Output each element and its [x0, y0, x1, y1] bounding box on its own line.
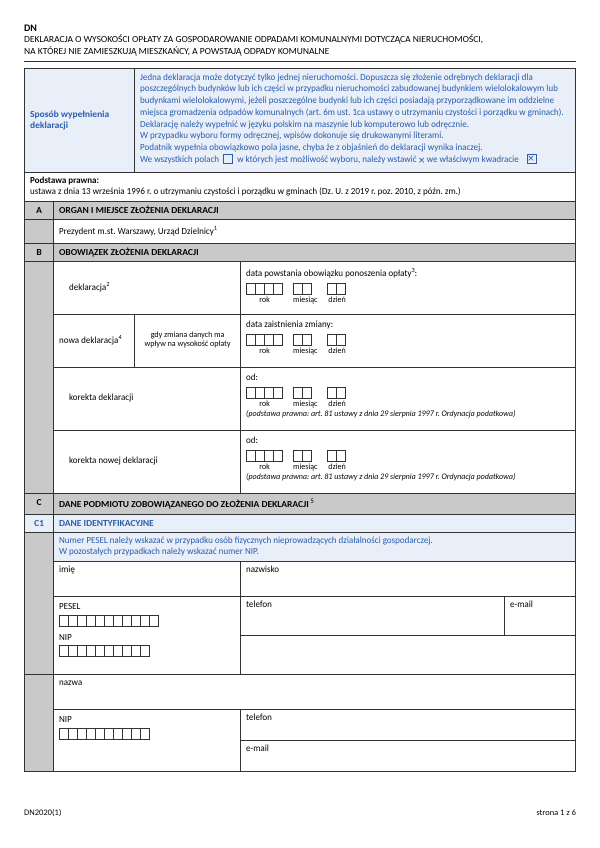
b-korekta-cell: korekta deklaracji: [54, 368, 241, 431]
field-nazwisko[interactable]: nazwisko: [241, 561, 576, 596]
c1-spacer2: [25, 674, 54, 771]
c1-title: DANE IDENTYFIKACYJNE: [54, 514, 576, 532]
section-b-spacer: [25, 262, 54, 494]
sposob-p5a: We wszystkich polach: [140, 154, 219, 165]
title-line1: DEKLARACJA O WYSOKOŚCI OPŁATY ZA GOSPODA…: [24, 33, 483, 45]
section-c-letter: C: [25, 494, 54, 515]
c1-note: Numer PESEL należy wskazać w przypadku o…: [54, 533, 576, 562]
sposob-p5c: we właściwym kwadracie: [427, 154, 519, 165]
c1-letter: C1: [25, 514, 54, 532]
field-pesel-nip[interactable]: PESEL NIP: [54, 596, 241, 674]
section-c-title: DANE PODMIOTU ZOBOWIĄZANEGO DO ZŁOŻENIA …: [54, 494, 576, 515]
footer-right: strona 1 z 6: [536, 808, 576, 818]
b-korekta-nowa-note: (podstawa prawna: art. 81 ustawy z dnia …: [246, 473, 570, 483]
footer: DN2020(1) strona 1 z 6: [24, 808, 576, 818]
sposob-p3: W przypadku wyboru formy odręcznej, wpis…: [140, 130, 444, 141]
section-a-title: ORGAN I MIEJSCE ZŁOŻENIA DEKLARACJI: [54, 201, 576, 219]
section-b-letter: B: [25, 243, 54, 261]
sposob-p5b: w których jest możliwość wyboru, należy …: [237, 154, 419, 165]
field-email-2[interactable]: e-mail: [241, 740, 576, 771]
section-a-letter: A: [25, 201, 54, 219]
field-nazwa[interactable]: nazwa: [54, 674, 576, 709]
footer-left: DN2020(1): [24, 808, 61, 818]
podstawa-label: Podstawa prawna:: [30, 175, 99, 186]
sposob-text: Jedna deklaracja może dotyczyć tylko jed…: [135, 68, 576, 172]
podstawa-text: ustawa z dnia 13 września 1996 r. o utrz…: [30, 186, 461, 197]
sposob-label: Sposób wypełnienia deklaracji: [25, 68, 135, 172]
section-a-content: Prezydent m.st. Warszawy, Urząd Dzielnic…: [54, 220, 576, 244]
sposob-p1: Jedna deklaracja może dotyczyć tylko jed…: [140, 72, 564, 118]
b-deklaracja-date[interactable]: data powstania obowiązku ponoszenia opła…: [241, 262, 576, 315]
field-nip-2[interactable]: NIP: [54, 709, 241, 771]
title-line2: NA KTÓREJ NIE ZAMIESZKUJĄ MIESZKAŃCY, A …: [24, 45, 329, 57]
main-table: Sposób wypełnienia deklaracji Jedna dekl…: [24, 68, 576, 772]
sposob-p4: Podatnik wypełnia obowiązkowo pola jasne…: [140, 142, 483, 153]
field-telefon-2[interactable]: telefon: [241, 709, 576, 740]
sposob-p2: Deklarację należy wypełnić w języku pols…: [140, 119, 469, 130]
b-nowa-sub: gdy zmiana danych ma wpływ na wysokość o…: [135, 315, 241, 368]
field-telefon-1[interactable]: telefon: [241, 596, 505, 635]
c1-spacer1: [25, 533, 54, 675]
checkbox-filled-icon: [527, 154, 537, 164]
b-nowa-cell: nowa deklaracja4: [54, 315, 135, 368]
b-korekta-date[interactable]: od: rok miesiąc dzień (podstawa prawna: …: [241, 368, 576, 431]
field-email-1[interactable]: e-mail: [504, 596, 575, 635]
field-imie[interactable]: imię: [54, 561, 241, 596]
podstawa-prawna: Podstawa prawna: ustawa z dnia 13 wrześn…: [25, 173, 576, 202]
b-korekta-nowa-cell: korekta nowej deklaracji: [54, 431, 241, 494]
section-a-spacer: [25, 220, 54, 244]
section-b-title: OBOWIĄZEK ZŁOŻENIA DEKLARACJI: [54, 243, 576, 261]
checkbox-empty-icon: [223, 154, 233, 164]
b-nowa-date[interactable]: data zaistnienia zmiany: rok miesiąc dzi…: [241, 315, 576, 368]
form-title: DEKLARACJA O WYSOKOŚCI OPŁATY ZA GOSPODA…: [24, 34, 576, 62]
b-korekta-nowa-date[interactable]: od: rok miesiąc dzień (podstawa prawna: …: [241, 431, 576, 494]
b-deklaracja-cell: deklaracja2: [54, 262, 241, 315]
b-korekta-note: (podstawa prawna: art. 81 ustawy z dnia …: [246, 410, 570, 420]
field-blank-row[interactable]: [241, 635, 576, 674]
